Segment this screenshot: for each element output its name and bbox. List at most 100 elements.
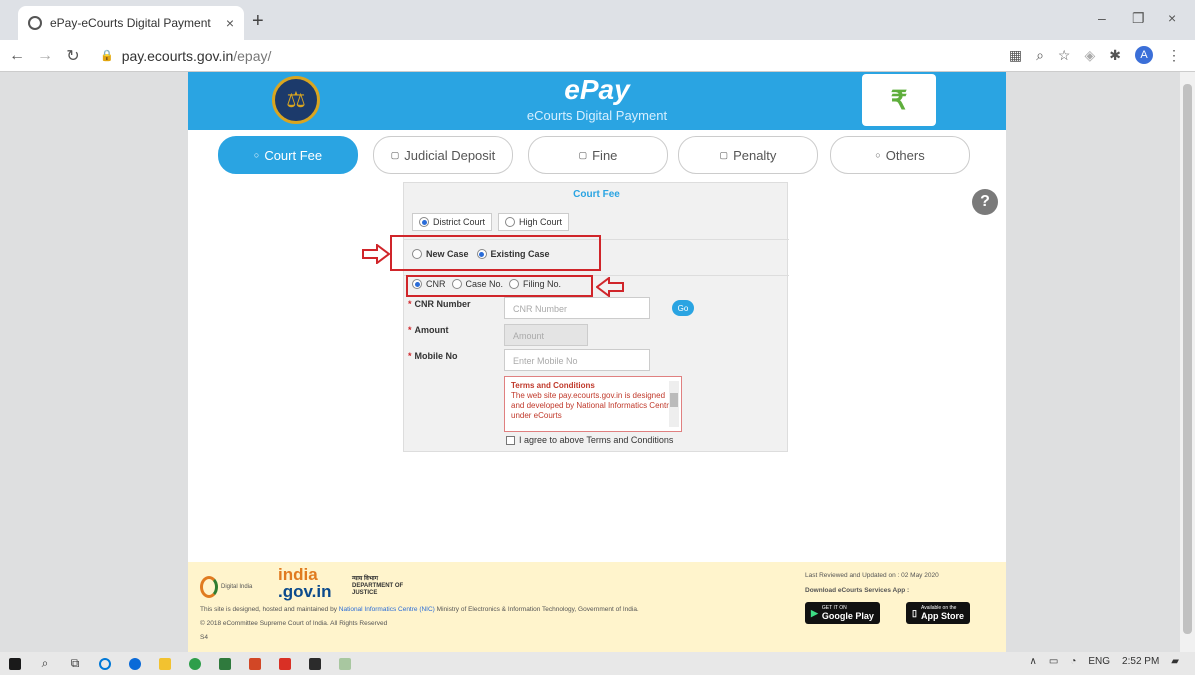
terms-scroll-thumb[interactable] xyxy=(670,393,678,407)
tab-judicial-deposit[interactable]: ▢ Judicial Deposit xyxy=(373,136,513,174)
payment-tabs: ○ Court Fee ▢ Judicial Deposit ▢ Fine ▢ … xyxy=(218,136,978,174)
star-icon[interactable]: ☆ xyxy=(1058,47,1071,64)
maximize-icon[interactable]: ❐ xyxy=(1132,10,1145,27)
rupee-symbol: ₹ xyxy=(890,84,908,115)
amount-input[interactable]: Amount xyxy=(504,324,588,346)
notification-icon[interactable]: ▰ xyxy=(1171,656,1179,667)
court-fee-form: Court Fee District Court High Court New … xyxy=(390,182,789,452)
file-explorer-icon[interactable] xyxy=(150,652,180,675)
tab-close-icon[interactable]: × xyxy=(226,15,234,31)
agree-label: I agree to above Terms and Conditions xyxy=(519,435,674,445)
cnr-number-input[interactable]: CNR Number xyxy=(504,297,650,319)
windows-taskbar: ⌕ ⧉ ∧ ▭ ◔ ENG 2:52 PM ▰ xyxy=(0,652,1195,675)
court-type-group: District Court High Court xyxy=(412,213,575,231)
copyright-text: © 2018 eCommittee Supreme Court of India… xyxy=(200,620,388,627)
tab-others[interactable]: ○ Others xyxy=(830,136,970,174)
radio-dot-icon: ▢ xyxy=(390,149,400,160)
app-store-button[interactable]: ▯ Available on the App Store xyxy=(906,602,970,624)
digital-india-icon xyxy=(200,576,218,598)
mobile-no-input[interactable]: Enter Mobile No xyxy=(504,349,650,371)
terms-title: Terms and Conditions xyxy=(511,381,595,390)
browser-toolbar: ▦ ⌕ ☆ ◈ ✱ A ⋮ xyxy=(1009,46,1181,64)
clock[interactable]: 2:52 PM xyxy=(1122,656,1159,667)
powerpoint-icon[interactable] xyxy=(240,652,270,675)
page-footer: Digital India india .gov.in न्याय विभाग … xyxy=(188,562,1006,652)
app-icon-2[interactable] xyxy=(270,652,300,675)
app-icon-3[interactable] xyxy=(300,652,330,675)
help-icon[interactable]: ? xyxy=(972,189,998,215)
chrome-icon[interactable] xyxy=(180,652,210,675)
tab-title: ePay-eCourts Digital Payment xyxy=(50,16,211,30)
tab-penalty[interactable]: ▢ Penalty xyxy=(678,136,818,174)
edge-icon[interactable] xyxy=(120,652,150,675)
browser-tab-bar: ePay-eCourts Digital Payment × + – ❐ × xyxy=(0,0,1195,40)
designed-by-text: This site is designed, hosted and mainta… xyxy=(200,606,639,613)
puzzle-icon[interactable]: ✱ xyxy=(1109,47,1121,64)
india-gov-logo[interactable]: india .gov.in xyxy=(278,566,332,600)
new-tab-button[interactable]: + xyxy=(252,10,264,33)
high-court-option[interactable]: High Court xyxy=(498,213,570,231)
terms-text: The web site pay.ecourts.gov.in is desig… xyxy=(511,391,674,420)
url-host: pay.ecourts.gov.in xyxy=(121,47,234,64)
back-icon[interactable]: ← xyxy=(6,47,28,65)
app-icon-1[interactable] xyxy=(210,652,240,675)
forward-icon[interactable]: → xyxy=(34,47,56,65)
apple-icon: ▯ xyxy=(912,607,917,618)
mobile-no-label: * Mobile No xyxy=(408,351,458,361)
epay-page: ⚖ ePay eCourts Digital Payment ₹ ○ Court… xyxy=(188,72,1006,652)
radio-dot-icon: ▢ xyxy=(719,149,729,160)
terms-box[interactable]: Terms and Conditions The web site pay.ec… xyxy=(504,376,682,432)
lock-icon: 🔒 xyxy=(100,50,114,62)
cortana-icon[interactable] xyxy=(90,652,120,675)
battery-icon[interactable]: ▭ xyxy=(1049,656,1058,667)
wifi-icon[interactable]: ◔ xyxy=(1070,656,1076,667)
high-court-radio[interactable] xyxy=(505,217,516,227)
search-icon[interactable]: ⌕ xyxy=(30,652,60,675)
dept-justice-logo: न्याय विभाग DEPARTMENT OF JUSTICE xyxy=(352,576,404,597)
tab-fine[interactable]: ▢ Fine xyxy=(528,136,668,174)
terms-scrollbar[interactable] xyxy=(669,381,679,427)
language-indicator[interactable]: ENG xyxy=(1088,656,1110,667)
menu-icon[interactable]: ⋮ xyxy=(1167,47,1181,64)
google-play-button[interactable]: ▶ GET IT ON Google Play xyxy=(805,602,880,624)
task-view-icon[interactable]: ⧉ xyxy=(60,652,90,675)
minimize-icon[interactable]: – xyxy=(1098,10,1106,26)
url-field[interactable]: 🔒 pay.ecourts.gov.in/epay/ xyxy=(100,48,271,64)
agree-checkbox[interactable] xyxy=(506,435,515,445)
radio-dot-icon: ▢ xyxy=(578,149,588,160)
arrow-right-icon xyxy=(362,244,390,264)
highlight-box-case-type xyxy=(390,235,601,271)
page-scrollbar[interactable] xyxy=(1180,72,1195,652)
qr-icon[interactable]: ▦ xyxy=(1009,47,1022,64)
footer-code: S4 xyxy=(200,634,208,641)
shield-icon[interactable]: ◈ xyxy=(1084,47,1095,64)
page-scroll-thumb[interactable] xyxy=(1183,84,1192,634)
download-app-text: Download eCourts Services App : xyxy=(805,587,910,594)
url-path: /epay/ xyxy=(233,47,272,64)
nic-link[interactable]: National Informatics Centre (NIC) xyxy=(339,606,435,613)
agree-terms: I agree to above Terms and Conditions xyxy=(506,435,673,445)
epay-logo-icon: ₹ xyxy=(862,74,936,126)
radio-dot-icon: ○ xyxy=(875,150,881,160)
district-court-radio[interactable] xyxy=(419,217,429,227)
window-close-icon[interactable]: × xyxy=(1168,10,1176,26)
district-court-option[interactable]: District Court xyxy=(412,213,493,231)
app-icon-4[interactable] xyxy=(330,652,360,675)
amount-label: * Amount xyxy=(408,325,449,335)
highlight-box-search-type xyxy=(406,275,593,297)
tab-court-fee[interactable]: ○ Court Fee xyxy=(218,136,358,174)
play-icon: ▶ xyxy=(811,607,818,618)
last-reviewed-text: Last Reviewed and Updated on : 02 May 20… xyxy=(805,572,939,579)
system-tray: ∧ ▭ ◔ ENG 2:52 PM ▰ xyxy=(1030,656,1179,667)
radio-dot-icon: ○ xyxy=(253,150,260,160)
digital-india-logo: Digital India xyxy=(200,574,254,600)
zoom-icon[interactable]: ⌕ xyxy=(1036,47,1044,64)
profile-avatar[interactable]: A xyxy=(1135,46,1153,64)
form-title: Court Fee xyxy=(573,189,620,200)
reload-icon[interactable]: ↻ xyxy=(62,46,84,66)
windows-start-icon[interactable] xyxy=(0,652,30,675)
chevron-up-icon[interactable]: ∧ xyxy=(1030,656,1037,667)
browser-tab[interactable]: ePay-eCourts Digital Payment × xyxy=(18,6,244,40)
go-button[interactable]: Go xyxy=(672,300,694,316)
globe-icon xyxy=(28,16,42,30)
